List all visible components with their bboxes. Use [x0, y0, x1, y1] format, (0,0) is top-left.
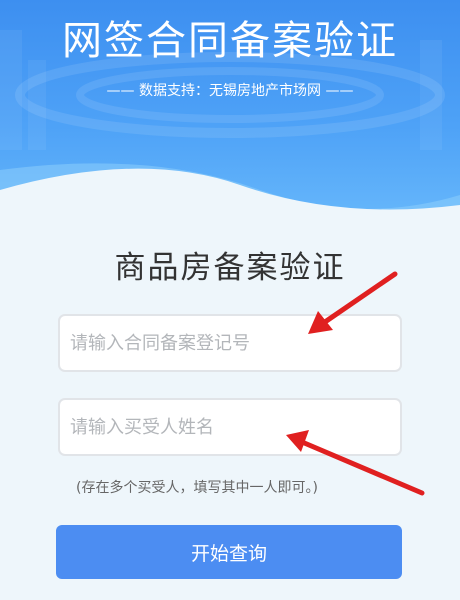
- buyer-name-input[interactable]: [58, 398, 402, 456]
- header-banner: 网签合同备案验证 —— 数据支持：无锡房地产市场网 ——: [0, 0, 460, 230]
- start-query-button[interactable]: 开始查询: [56, 525, 402, 579]
- app-title: 网签合同备案验证: [62, 18, 398, 64]
- data-source-line: —— 数据支持：无锡房地产市场网 ——: [106, 83, 354, 99]
- form-title: 商品房备案验证: [114, 250, 346, 286]
- multiple-buyers-hint: (存在多个买受人，填写其中一人即可。): [76, 480, 318, 496]
- contract-number-input[interactable]: [58, 314, 402, 372]
